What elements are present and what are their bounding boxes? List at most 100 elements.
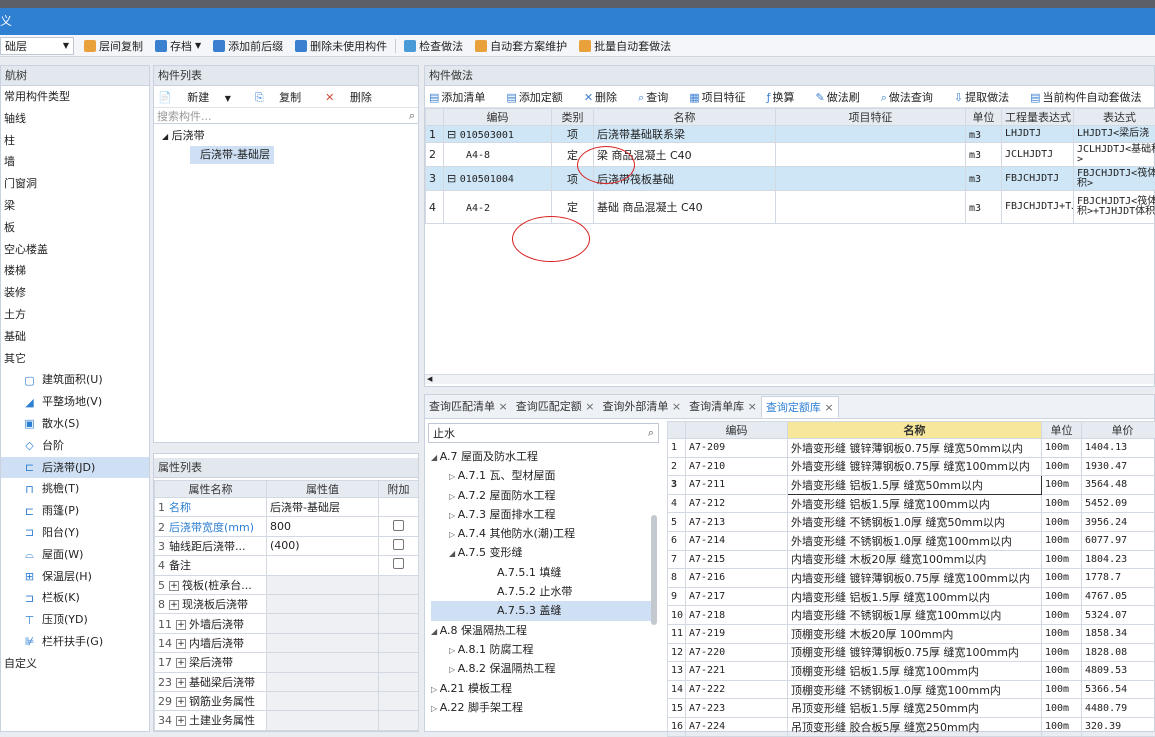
table-row[interactable]: 1名称后浇带-基础层	[155, 498, 419, 517]
expand-icon[interactable]: ▷	[449, 492, 458, 501]
close-icon[interactable]: ×	[821, 401, 834, 414]
close-icon[interactable]: ×	[495, 400, 508, 413]
prop-value[interactable]: (400)	[267, 536, 379, 555]
method-toolbar-button[interactable]: ▤当前构件自动套做法	[1030, 89, 1153, 105]
nav-category-item[interactable]: 楼梯	[1, 260, 149, 282]
nav-sub-item[interactable]: ⊞保温层(H)	[1, 566, 149, 588]
table-row[interactable]: 2后浇带宽度(mm)800	[155, 517, 419, 536]
chapter-tree-node[interactable]: ▷ A.8.1 防腐工程	[431, 640, 651, 659]
layer-select[interactable]: 础层 ▼	[0, 37, 74, 55]
tree-scrollbar[interactable]	[651, 515, 657, 625]
table-row[interactable]: 3A7-211外墙变形缝 铝板1.5厚 缝宽50mm以内100m3564.48	[668, 476, 1155, 495]
table-row[interactable]: 4A7-212外墙变形缝 铝板1.5厚 缝宽100mm以内100m5452.09	[668, 494, 1155, 513]
nav-category-item[interactable]: 常用构件类型	[1, 86, 149, 108]
close-icon[interactable]: ×	[582, 400, 595, 413]
chapter-tree-node[interactable]: ◢ A.8 保温隔热工程	[431, 621, 651, 640]
new-component-button[interactable]: 📄 新建 ▼	[158, 89, 243, 105]
nav-category-item[interactable]: 梁	[1, 195, 149, 217]
chapter-tree-node[interactable]: ▷ A.21 模板工程	[431, 679, 651, 698]
table-row[interactable]: 34+土建业务属性	[155, 711, 419, 730]
close-icon[interactable]: ×	[668, 400, 681, 413]
prop-value[interactable]	[267, 672, 379, 691]
delete-component-button[interactable]: ✕ 删除	[325, 89, 384, 105]
nav-sub-item[interactable]: ▢建筑面积(U)	[1, 369, 149, 391]
nav-sub-item[interactable]: ⊐栏板(K)	[1, 587, 149, 609]
nav-sub-item[interactable]: ⊏后浇带(JD)	[1, 457, 149, 479]
method-toolbar-button[interactable]: ⇩提取做法	[954, 89, 1021, 105]
nav-custom-item[interactable]: 自定义	[1, 653, 149, 675]
nav-sub-item[interactable]: ⊓挑檐(T)	[1, 478, 149, 500]
method-toolbar-button[interactable]: ▤添加清单	[429, 89, 497, 105]
prop-value[interactable]	[267, 711, 379, 730]
table-row[interactable]: 14A7-222顶棚变形缝 不锈钢板1.0厚 缝宽100mm内100m5366.…	[668, 680, 1155, 699]
prop-value[interactable]	[267, 614, 379, 633]
table-row[interactable]: 8A7-216内墙变形缝 镀锌薄钢板0.75厚 缝宽100mm以内100m177…	[668, 569, 1155, 588]
method-cell-feat[interactable]	[776, 191, 966, 224]
query-tab[interactable]: 查询定额库 ×	[761, 396, 839, 418]
method-cell-feat[interactable]	[776, 126, 966, 143]
expand-icon[interactable]: +	[176, 639, 186, 649]
method-cell-desc[interactable]: FBJCHJDTJ<筏体积>+TJHJDT体积>	[1074, 191, 1155, 224]
method-cell-expr[interactable]: JCLHJDTJ	[1002, 143, 1074, 167]
chapter-tree-node[interactable]: ◢ A.7.5 变形缝	[431, 543, 651, 562]
nav-category-item[interactable]: 轴线	[1, 108, 149, 130]
chapter-tree-node[interactable]: ▷ A.7.3 屋面排水工程	[431, 505, 651, 524]
prop-value[interactable]	[267, 653, 379, 672]
table-row[interactable]: 14+内墙后浇带	[155, 633, 419, 652]
component-search-input[interactable]: 搜索构件...	[157, 108, 212, 124]
method-cell-expr[interactable]: FBJCHJDTJ+TJHJDTJ	[1002, 191, 1074, 224]
collapse-icon[interactable]: ⊟	[447, 128, 460, 141]
table-row[interactable]: 13A7-221顶棚变形缝 铝板1.5厚 缝宽100mm内100m4809.53	[668, 662, 1155, 681]
nav-category-item[interactable]: 空心楼盖	[1, 239, 149, 261]
table-row[interactable]: 3轴线距后浇带...(400)	[155, 536, 419, 555]
method-cell-code[interactable]: ⊟ 010503001	[444, 126, 552, 143]
expand-icon[interactable]: +	[169, 581, 179, 591]
method-cell-expr[interactable]: FBJCHJDTJ	[1002, 167, 1074, 191]
nav-sub-item[interactable]: ⊏雨篷(P)	[1, 500, 149, 522]
table-row[interactable]: 15A7-223吊顶变形缝 铝板1.5厚 缝宽250mm内100m4480.79	[668, 699, 1155, 718]
query-search-box[interactable]: 止水 ⌕	[428, 423, 659, 443]
chapter-tree-node[interactable]: ◢ A.7 屋面及防水工程	[431, 447, 651, 466]
nav-sub-item[interactable]: ◇台阶	[1, 435, 149, 457]
method-cell-code[interactable]: A4-8	[444, 143, 552, 167]
nav-category-item[interactable]: 土方	[1, 304, 149, 326]
method-cell-name[interactable]: 后浇带基础联系梁	[594, 126, 776, 143]
table-row[interactable]: 17+梁后浇带	[155, 653, 419, 672]
prop-value[interactable]	[267, 575, 379, 594]
table-row[interactable]: 2A4-8定梁 商品混凝土 C40m3JCLHJDTJJCLHJDTJ<基础积>	[426, 143, 1155, 167]
method-cell-desc[interactable]: LHJDTJ<梁后浇	[1074, 126, 1155, 143]
table-row[interactable]: 2A7-210外墙变形缝 镀锌薄钢板0.75厚 缝宽100mm以内100m193…	[668, 457, 1155, 476]
collapse-icon[interactable]: ◢	[431, 627, 440, 636]
horizontal-scrollbar[interactable]: ◀	[425, 374, 1154, 384]
method-cell-feat[interactable]	[776, 143, 966, 167]
table-row[interactable]: 29+钢筋业务属性	[155, 691, 419, 710]
table-row[interactable]: 11A7-219顶棚变形缝 木板20厚 100mm内100m1858.34	[668, 624, 1155, 643]
expand-icon[interactable]: +	[169, 600, 179, 610]
method-toolbar-button[interactable]: ⌕做法查询	[881, 89, 945, 105]
table-row[interactable]: 11+外墙后浇带	[155, 614, 419, 633]
checkbox[interactable]	[393, 558, 404, 569]
table-row[interactable]: 8+现浇板后浇带	[155, 594, 419, 613]
chapter-tree-node[interactable]: ▷ A.7.4 其他防水(潮)工程	[431, 524, 651, 543]
table-row[interactable]: 4备注	[155, 556, 419, 575]
expand-icon[interactable]: ▷	[449, 665, 458, 674]
method-cell-unit[interactable]: m3	[966, 167, 1002, 191]
nav-sub-item[interactable]: ⊐阳台(Y)	[1, 522, 149, 544]
nav-sub-item[interactable]: ◢平整场地(V)	[1, 391, 149, 413]
method-toolbar-button[interactable]: ▤添加定额	[506, 89, 574, 105]
collapse-icon[interactable]: ◢	[431, 453, 440, 462]
nav-category-item[interactable]: 其它	[1, 348, 149, 370]
method-cell-name[interactable]: 基础 商品混凝土 C40	[594, 191, 776, 224]
batch-auto-button[interactable]: 批量自动套做法	[573, 36, 677, 56]
nav-sub-item[interactable]: ▣散水(S)	[1, 413, 149, 435]
method-cell-type[interactable]: 项	[552, 126, 594, 143]
nav-category-item[interactable]: 装修	[1, 282, 149, 304]
table-row[interactable]: 6A7-214外墙变形缝 不锈钢板1.0厚 缝宽100mm以内100m6077.…	[668, 531, 1155, 550]
collapse-icon[interactable]: ⊟	[447, 172, 460, 185]
auto-scheme-button[interactable]: 自动套方案维护	[469, 36, 573, 56]
checkbox[interactable]	[393, 520, 404, 531]
chapter-tree-node[interactable]: ▷ A.7.1 瓦、型材屋面	[431, 466, 651, 485]
expand-icon[interactable]: +	[176, 678, 186, 688]
close-icon[interactable]: ×	[744, 400, 757, 413]
method-toolbar-button[interactable]: ⌕查询	[638, 89, 680, 105]
